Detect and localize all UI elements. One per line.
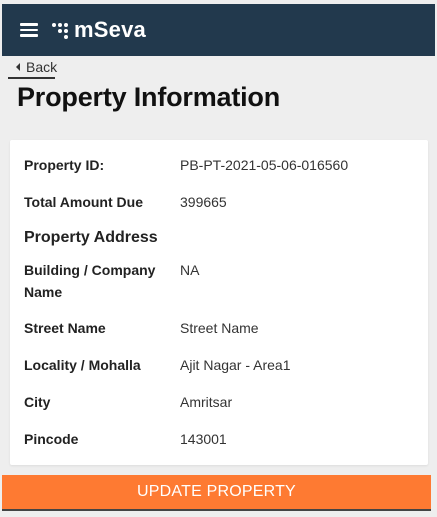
- back-button[interactable]: Back: [8, 57, 58, 79]
- property-id-row: Property ID: PB-PT-2021-05-06-016560: [24, 154, 414, 176]
- property-info-card: Property ID: PB-PT-2021-05-06-016560 Tot…: [10, 140, 428, 465]
- mseva-logo-icon: [50, 19, 72, 41]
- street-label: Street Name: [24, 320, 106, 336]
- locality-value: Ajit Nagar - Area1: [180, 357, 291, 373]
- property-id-label: Property ID:: [24, 157, 105, 173]
- city-label: City: [24, 394, 51, 410]
- property-address-heading: Property Address: [24, 229, 158, 246]
- street-row: Street Name Street Name: [24, 317, 414, 339]
- brand-name: mSeva: [74, 17, 146, 42]
- brand-logo: mSeva: [50, 17, 146, 43]
- city-row: City Amritsar: [24, 391, 414, 413]
- street-value: Street Name: [180, 320, 259, 336]
- pincode-label: Pincode: [24, 431, 79, 447]
- hamburger-menu-icon[interactable]: [20, 23, 38, 37]
- building-label: Building / Company Name: [24, 262, 156, 300]
- total-amount-due-row: Total Amount Due 399665: [24, 191, 414, 213]
- pincode-row: Pincode 143001: [24, 428, 414, 450]
- city-value: Amritsar: [180, 394, 233, 410]
- caret-left-icon: [16, 63, 20, 71]
- total-amount-due-label: Total Amount Due: [24, 194, 143, 210]
- locality-row: Locality / Mohalla Ajit Nagar - Area1: [24, 354, 414, 376]
- back-label: Back: [26, 59, 58, 75]
- pincode-value: 143001: [180, 431, 227, 447]
- building-row: Building / Company Name NA: [24, 259, 414, 303]
- property-id-value: PB-PT-2021-05-06-016560: [180, 157, 349, 173]
- page-title: Property Information: [17, 82, 281, 112]
- app-header: mSeva: [2, 4, 435, 56]
- locality-label: Locality / Mohalla: [24, 357, 141, 373]
- building-value: NA: [180, 262, 200, 278]
- total-amount-due-value: 399665: [180, 194, 227, 210]
- update-property-button[interactable]: UPDATE PROPERTY: [2, 475, 431, 511]
